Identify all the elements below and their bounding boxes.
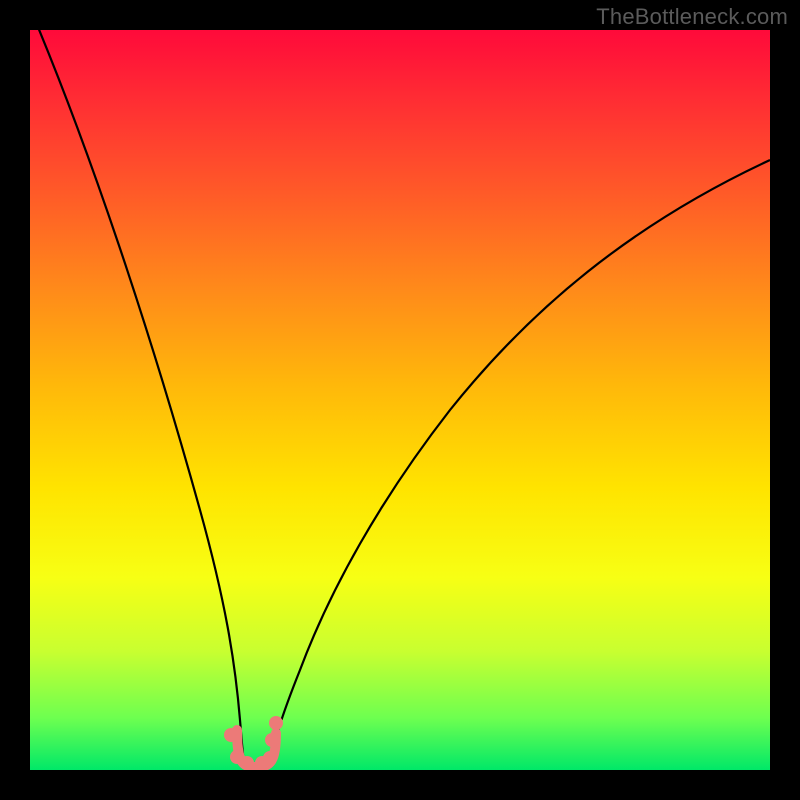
marker-dot	[224, 728, 238, 742]
attribution-text: TheBottleneck.com	[596, 4, 788, 30]
marker-dot	[269, 716, 283, 730]
marker-dot	[265, 733, 279, 747]
marker-dot	[240, 756, 254, 770]
marker-dot	[263, 751, 277, 765]
curve-layer	[30, 30, 770, 770]
left-curve-path	[30, 30, 244, 765]
chart-frame: TheBottleneck.com	[0, 0, 800, 800]
right-curve-path	[270, 160, 770, 765]
